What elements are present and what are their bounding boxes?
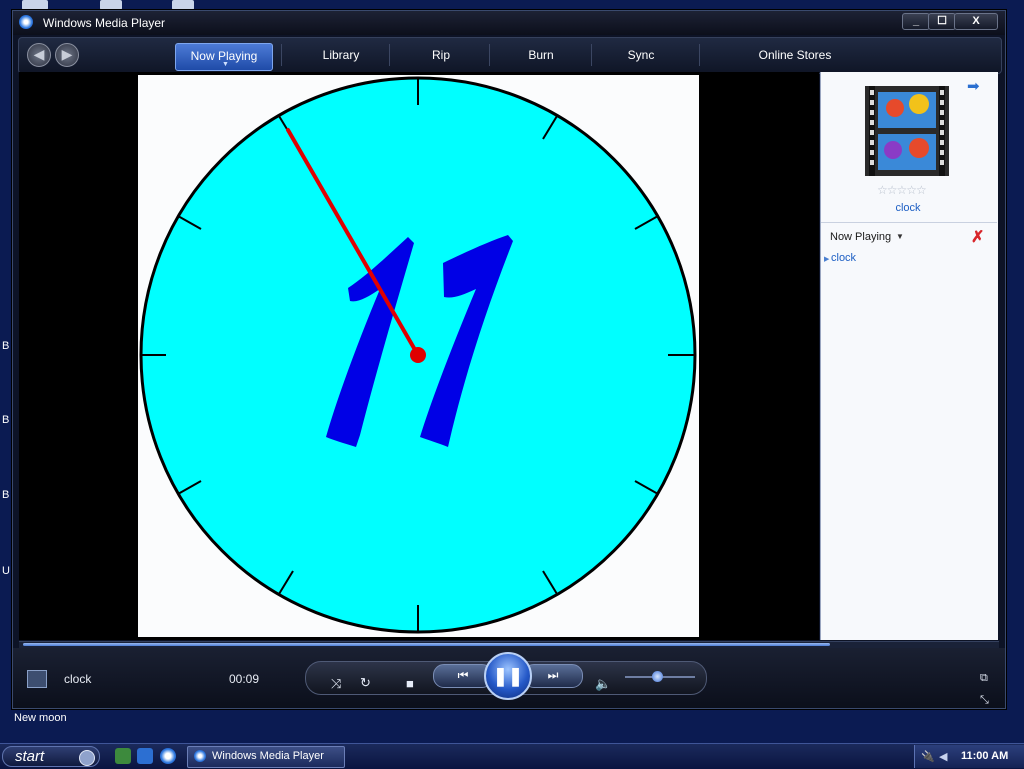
desktop-icon[interactable]	[22, 0, 48, 10]
media-player-window: Windows Media Player _ ☐ X ◀ ▶ Now Playi…	[12, 10, 1006, 709]
volume-icon[interactable]: 🔈	[595, 676, 611, 692]
minimize-button[interactable]: _	[902, 13, 930, 30]
clear-list-icon[interactable]: ✗	[971, 227, 984, 247]
tab-online-stores[interactable]: Online Stores	[745, 43, 845, 69]
fullscreen-icon[interactable]: ⤡	[980, 694, 989, 707]
seek-bar[interactable]	[19, 641, 999, 648]
current-track-name: clock	[64, 672, 92, 686]
forward-arrow-icon[interactable]: ▶	[55, 43, 79, 67]
tab-separator	[389, 44, 390, 66]
video-frame	[138, 75, 699, 637]
desktop-status-text: New moon	[14, 712, 67, 724]
windows-logo-icon	[79, 750, 95, 766]
elapsed-time: 00:09	[229, 672, 260, 686]
rating-stars[interactable]: ☆☆☆☆☆	[877, 183, 927, 197]
switch-to-skin-icon[interactable]: ⧉	[980, 672, 988, 685]
tab-burn[interactable]: Burn	[519, 43, 563, 69]
media-player-logo-icon	[19, 15, 33, 29]
maximize-button[interactable]: ☐	[928, 13, 956, 30]
system-tray: 🔌 ◀ 11:00 AM	[914, 745, 1024, 768]
tab-separator	[281, 44, 282, 66]
video-file-icon	[27, 670, 47, 688]
video-thumbnail[interactable]	[865, 86, 949, 176]
tab-now-playing[interactable]: Now Playing ▼	[175, 43, 273, 71]
volume-knob[interactable]	[652, 671, 663, 682]
chevron-left-icon[interactable]: ◀	[939, 750, 947, 763]
pause-button[interactable]: ❚❚	[484, 652, 532, 700]
title-bar[interactable]: Windows Media Player _ ☐ X	[13, 11, 1005, 35]
desktop-icon[interactable]	[100, 0, 122, 10]
desktop-icon-label[interactable]: B	[2, 414, 9, 426]
clock-hub	[410, 347, 426, 363]
shuffle-icon[interactable]: ⤨	[331, 676, 341, 692]
navigation-bar: ◀ ▶ Now Playing ▼ Library Rip Burn Sync …	[18, 37, 1002, 74]
divider	[821, 222, 997, 223]
desktop-icon[interactable]	[172, 0, 194, 10]
taskbar-button-media-player[interactable]: Windows Media Player	[187, 746, 345, 768]
desktop-icon-label[interactable]: B	[2, 489, 9, 501]
repeat-icon[interactable]: ↻	[360, 675, 371, 691]
desktop-icon-label[interactable]: U	[2, 565, 10, 577]
desktop-icon-label[interactable]: B	[2, 340, 9, 352]
chevron-down-icon[interactable]: ▼	[896, 232, 904, 241]
video-display[interactable]	[19, 72, 819, 640]
media-center-icon[interactable]	[115, 748, 131, 764]
media-player-icon[interactable]	[160, 748, 176, 764]
forward-arrow-icon[interactable]: ➡	[967, 79, 983, 94]
back-arrow-icon[interactable]: ◀	[27, 43, 51, 67]
taskbar-button-label: Windows Media Player	[212, 750, 324, 762]
close-button[interactable]: X	[954, 13, 998, 30]
clock-animation	[139, 76, 697, 634]
tab-sync[interactable]: Sync	[619, 43, 663, 69]
start-label: start	[15, 748, 45, 765]
tab-separator	[699, 44, 700, 66]
media-title-link[interactable]: clock	[821, 202, 995, 214]
window-title: Windows Media Player	[43, 16, 166, 30]
now-playing-panel: ➡ ☆☆☆☆☆ clock Now Playing ▼ ✗ ▶ clock	[820, 72, 998, 640]
seek-progress	[23, 643, 830, 646]
playlist-item[interactable]: clock	[831, 252, 856, 264]
network-icon[interactable]: 🔌	[921, 750, 935, 763]
tab-separator	[489, 44, 490, 66]
media-player-logo-icon	[194, 750, 206, 762]
tab-separator	[591, 44, 592, 66]
start-button[interactable]: start	[2, 746, 100, 767]
play-indicator-icon: ▶	[824, 256, 830, 263]
next-button[interactable]: ⏭	[523, 664, 583, 688]
playback-controls: clock 00:09 ⤨ ↻ ■ ⏮ ⏭ ❚❚ 🔈 ⧉ ⤡	[13, 648, 1005, 708]
internet-explorer-icon[interactable]	[137, 748, 153, 764]
tab-rip[interactable]: Rip	[419, 43, 463, 69]
playlist-dropdown[interactable]: Now Playing	[830, 231, 891, 243]
chevron-down-icon: ▼	[222, 61, 229, 68]
taskbar: start Windows Media Player 🔌 ◀ 11:00 AM	[0, 743, 1024, 769]
tab-library[interactable]: Library	[309, 43, 373, 69]
stop-icon[interactable]: ■	[406, 676, 414, 691]
system-clock[interactable]: 11:00 AM	[961, 750, 1008, 762]
